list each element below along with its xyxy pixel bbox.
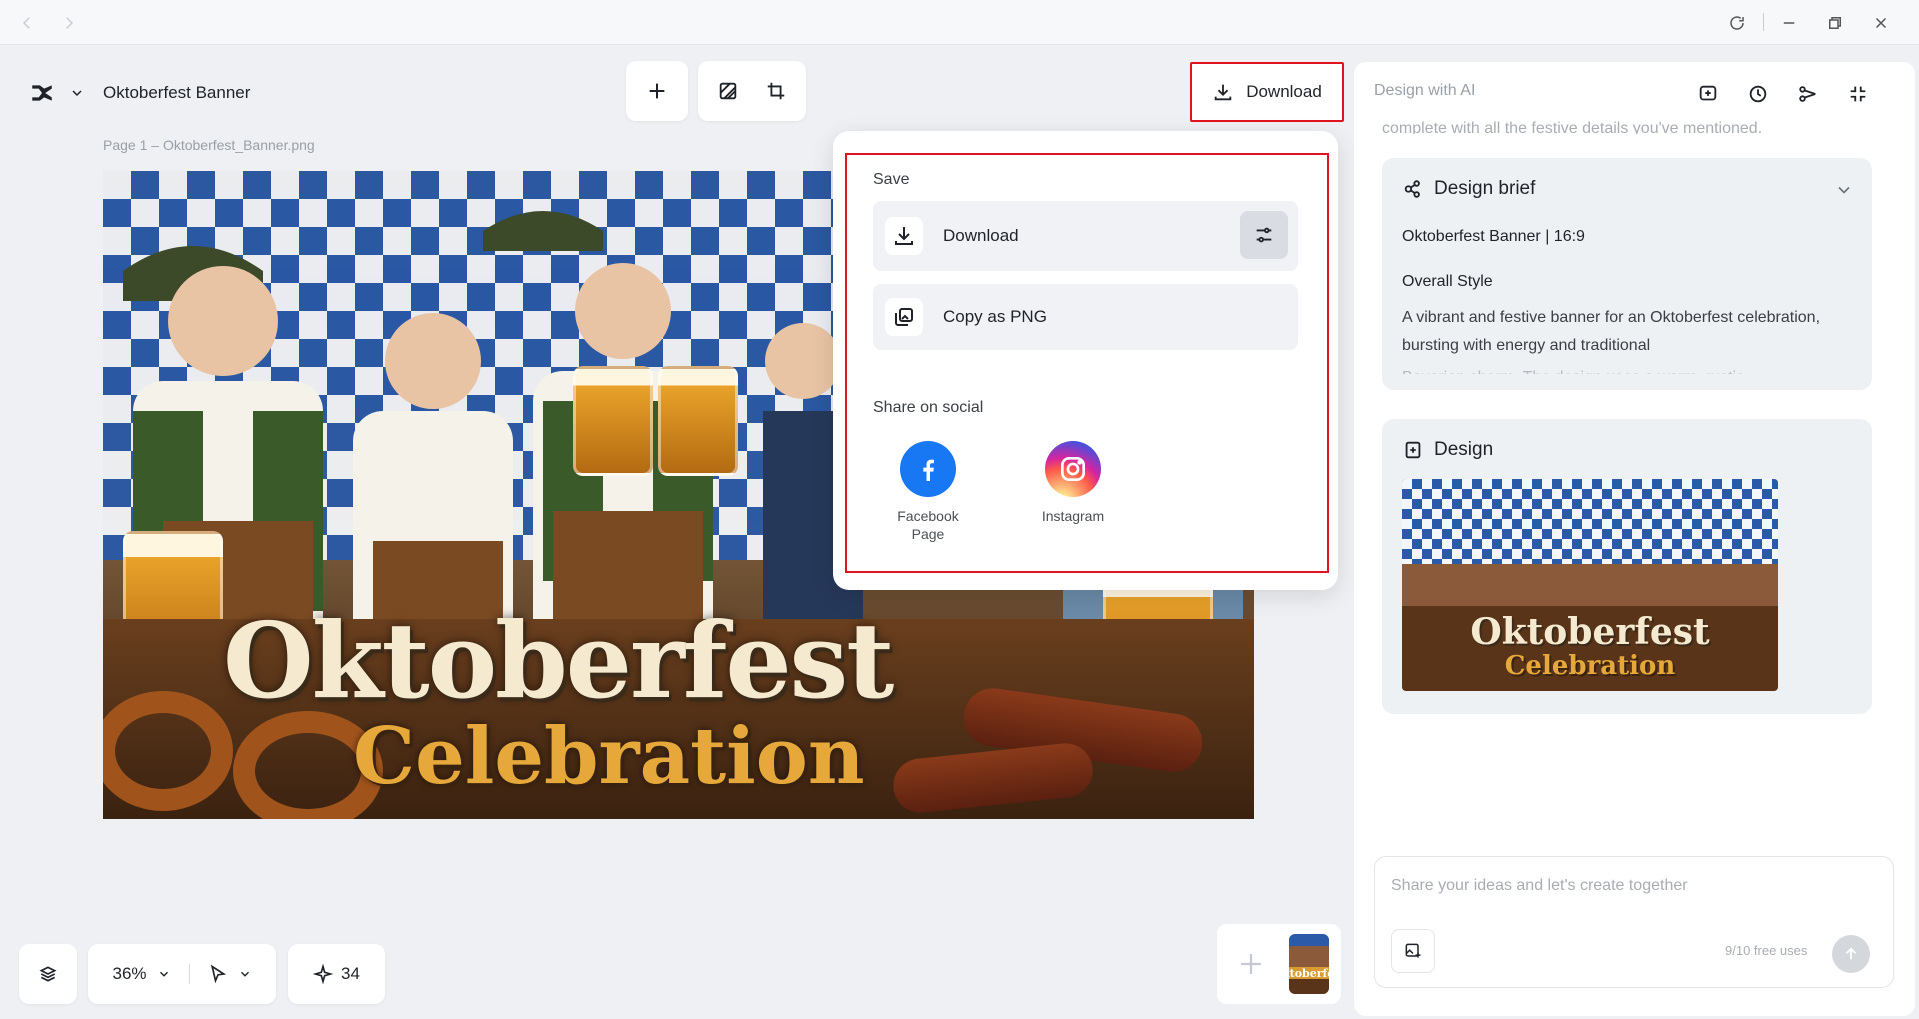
instagram-label: Instagram <box>1041 508 1105 524</box>
minimize-icon[interactable] <box>1776 10 1802 36</box>
download-icon <box>1214 84 1232 101</box>
plus-icon <box>626 61 688 121</box>
thumb-subheadline: Celebration <box>1504 651 1676 681</box>
close-icon[interactable] <box>1868 10 1894 36</box>
sparkle-icon <box>313 964 334 984</box>
upload-image-button[interactable] <box>1391 929 1435 973</box>
beer-mug-toast-2 <box>658 366 738 476</box>
design-brief-header[interactable]: Design brief <box>1402 178 1535 200</box>
copy-image-icon <box>885 298 923 336</box>
page-thumbnail[interactable]: Oktoberfest <box>1289 934 1329 994</box>
send-button[interactable] <box>1832 935 1870 973</box>
download-option-icon <box>885 217 923 255</box>
pointer-cursor-icon[interactable] <box>208 964 228 984</box>
forward-arrow-icon[interactable] <box>56 10 82 36</box>
design-brief-heading: Design brief <box>1434 178 1536 199</box>
design-result-thumbnail[interactable]: Oktoberfest Celebration <box>1402 479 1778 691</box>
page-thumbnails: Oktoberfest <box>1217 924 1341 1004</box>
window-titlebar <box>0 0 1919 45</box>
share-flow-icon[interactable] <box>1792 78 1824 110</box>
capcut-logo-icon[interactable] <box>27 78 57 108</box>
project-title[interactable]: Oktoberfest Banner <box>103 83 250 103</box>
add-element-button[interactable] <box>626 61 688 121</box>
free-uses-counter: 9/10 free uses <box>1725 943 1808 958</box>
project-header: Oktoberfest Banner <box>19 61 287 125</box>
history-icon[interactable] <box>1742 78 1774 110</box>
beer-mug-toast-1 <box>573 366 653 476</box>
page-file-label: Page 1 – Oktoberfest_Banner.png <box>103 137 315 153</box>
download-option[interactable]: Download <box>873 201 1298 271</box>
layers-icon <box>39 966 57 982</box>
download-button[interactable]: Download <box>1190 62 1344 122</box>
titlebar-divider <box>1763 13 1764 31</box>
brief-nodes-icon <box>1404 180 1420 198</box>
facebook-label: Facebook Page <box>897 508 959 542</box>
design-brief-card: Design brief Oktoberfest Banner | 16:9 O… <box>1382 158 1872 390</box>
copy-as-png-label: Copy as PNG <box>943 307 1047 326</box>
brief-chevron-down-icon[interactable] <box>1834 180 1854 205</box>
brief-subtitle: Oktoberfest Banner | 16:9 <box>1402 228 1585 245</box>
refresh-icon[interactable] <box>1724 10 1750 36</box>
canvas-tools-group <box>698 61 806 121</box>
instagram-icon <box>1045 441 1101 497</box>
ai-design-panel: Design with AI complete with all the fes… <box>1354 62 1915 1016</box>
design-add-icon <box>1405 441 1421 459</box>
share-instagram-button[interactable]: Instagram <box>1028 441 1118 525</box>
thumb-flag-pattern <box>1402 479 1778 564</box>
download-option-label: Download <box>943 226 1019 245</box>
zoom-cursor-group: 36% <box>88 944 276 1004</box>
layers-button[interactable] <box>19 944 77 1004</box>
design-result-card: Design Oktoberfest Celebration <box>1382 419 1872 714</box>
sliders-icon <box>1256 227 1272 243</box>
zoom-level[interactable]: 36% <box>112 964 146 984</box>
download-popup: Save Download Copy as PNG Share on socia… <box>833 131 1338 590</box>
back-arrow-icon[interactable] <box>14 10 40 36</box>
chat-message-fragment: complete with all the festive details yo… <box>1382 120 1763 134</box>
copy-as-png-option[interactable]: Copy as PNG <box>873 284 1298 350</box>
credits-count: 34 <box>341 964 360 983</box>
add-page-icon[interactable] <box>1227 938 1275 990</box>
arrow-up-icon <box>1845 947 1857 960</box>
share-heading: Share on social <box>873 399 984 416</box>
brief-faded-text: Bavarian charm. The design uses a warm, … <box>1402 364 1832 374</box>
new-chat-icon[interactable] <box>1692 78 1724 110</box>
cursor-chevron-down-icon[interactable] <box>238 967 252 981</box>
resize-canvas-icon[interactable] <box>752 61 800 121</box>
banner-subheadline: Celebration <box>353 711 865 802</box>
ai-credits-button[interactable]: 34 <box>288 944 385 1004</box>
design-heading: Design <box>1434 439 1494 460</box>
facebook-icon <box>900 441 956 497</box>
download-settings-button[interactable] <box>1240 211 1288 259</box>
restore-icon[interactable] <box>1822 10 1848 36</box>
chat-input[interactable] <box>1391 877 1871 895</box>
chevron-down-icon[interactable] <box>67 83 87 103</box>
share-facebook-button[interactable]: Facebook Page <box>883 441 973 543</box>
chat-composer: 9/10 free uses <box>1374 856 1894 988</box>
save-heading: Save <box>873 171 910 188</box>
collapse-panel-icon[interactable] <box>1842 78 1874 110</box>
design-header: Design <box>1402 439 1493 461</box>
ai-panel-title: Design with AI <box>1374 82 1476 99</box>
download-button-label: Download <box>1246 82 1322 101</box>
toolbar-divider <box>188 964 190 984</box>
zoom-chevron-down-icon[interactable] <box>157 967 171 981</box>
brief-description: A vibrant and festive banner for an Okto… <box>1402 309 1821 354</box>
banner-headline: Oktoberfest <box>223 599 894 722</box>
image-upload-icon <box>1405 943 1421 958</box>
brief-section-title: Overall Style <box>1402 273 1493 290</box>
background-remove-icon[interactable] <box>704 61 752 121</box>
thumb-headline: Oktoberfest <box>1470 611 1710 653</box>
